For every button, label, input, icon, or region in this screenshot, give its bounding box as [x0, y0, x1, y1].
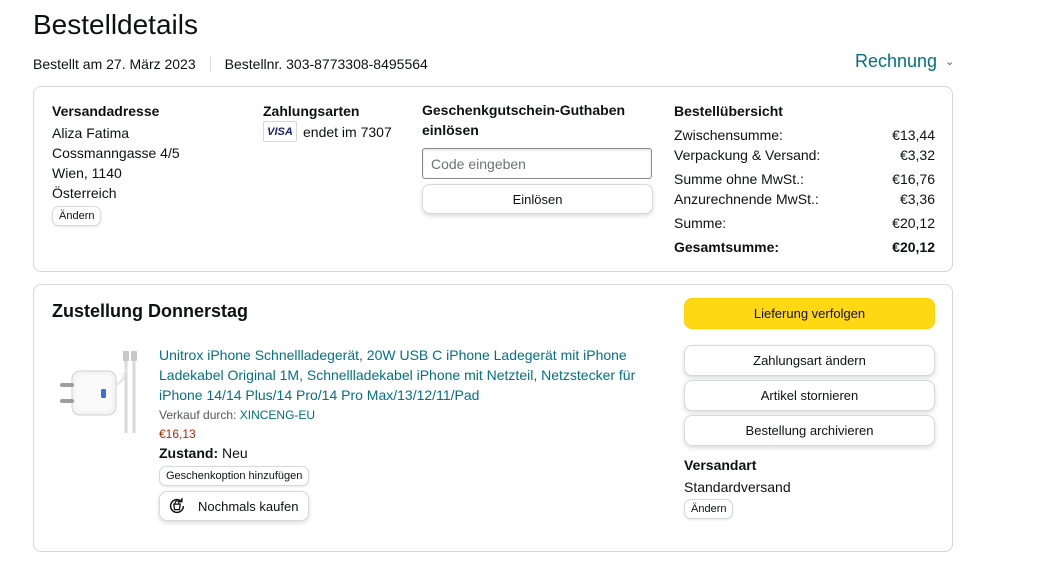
summary-label: Anzurechnende MwSt.:: [674, 191, 819, 207]
payment-section: Zahlungsarten VISA endet im 7307: [263, 103, 413, 142]
change-payment-button[interactable]: Zahlungsart ändern: [684, 345, 935, 376]
product-image[interactable]: [54, 349, 144, 439]
gift-code-input[interactable]: [422, 148, 652, 179]
summary-row-shipping: Verpackung & Versand: €3,32: [674, 145, 935, 165]
address-street: Cossmanngasse 4/5: [52, 145, 180, 161]
summary-label: Verpackung & Versand:: [674, 147, 821, 163]
summary-row-net: Summe ohne MwSt.: €16,76: [674, 169, 935, 189]
card-ending-text: endet im 7307: [303, 123, 392, 140]
summary-row-sum: Summe: €20,12: [674, 213, 935, 233]
meta-divider: [209, 57, 211, 71]
summary-row-grand-total: Gesamtsumme: €20,12: [674, 237, 935, 257]
delivery-card: Zustellung Donnerstag Unitrox iPhone Sch…: [33, 284, 953, 552]
seller-link[interactable]: XINCENG-EU: [240, 408, 315, 422]
product-info: Unitrox iPhone Schnellladegerät, 20W USB…: [159, 345, 654, 522]
visa-card-icon: VISA: [263, 121, 297, 142]
summary-label: Summe:: [674, 215, 727, 231]
sold-by-label: Verkauf durch:: [159, 408, 237, 422]
gift-card-section: Geschenkgutschein-Guthaben einlösen Einl…: [422, 102, 654, 214]
invoice-dropdown[interactable]: Rechnung ⌄: [855, 51, 954, 72]
summary-value: €3,32: [899, 147, 935, 163]
address-country: Österreich: [52, 185, 117, 201]
grand-total-label: Gesamtsumme:: [674, 239, 780, 255]
summary-row-subtotal: Zwischensumme: €13,44: [674, 125, 935, 145]
delivery-actions: Lieferung verfolgen Zahlungsart ändern A…: [684, 298, 935, 519]
gift-card-heading: Geschenkgutschein-Guthaben einlösen: [422, 102, 626, 138]
gift-option-wrapper: Geschenkoption hinzufügen: [159, 466, 654, 486]
seller-line: Verkauf durch: XINCENG-EU: [159, 408, 654, 422]
buy-again-icon: [169, 498, 185, 514]
summary-value: €3,36: [899, 191, 935, 207]
grand-total-value: €20,12: [892, 239, 935, 255]
order-meta: Bestellt am 27. März 2023 Bestellnr. 303…: [33, 56, 428, 72]
cancel-items-button[interactable]: Artikel stornieren: [684, 380, 935, 411]
order-date: Bestellt am 27. März 2023: [33, 56, 196, 72]
invoice-label: Rechnung: [855, 51, 938, 71]
payment-method: VISA endet im 7307: [263, 121, 413, 142]
order-total-section: Bestellübersicht Zwischensumme: €13,44 V…: [674, 103, 935, 257]
order-number: Bestellnr. 303-8773308-8495564: [224, 56, 428, 72]
shipping-method-value: Standardversand: [684, 479, 791, 495]
payment-heading: Zahlungsarten: [263, 103, 360, 119]
add-gift-option-button[interactable]: Geschenkoption hinzufügen: [159, 466, 310, 486]
product-condition: Zustand: Neu: [159, 445, 654, 461]
summary-value: €20,12: [892, 215, 935, 231]
redeem-button[interactable]: Einlösen: [422, 184, 653, 214]
chevron-down-icon: ⌄: [945, 56, 955, 68]
order-summary-card: Versandadresse Aliza Fatima Cossmanngass…: [33, 86, 953, 272]
delivery-title: Zustellung Donnerstag: [52, 301, 249, 321]
product-title-link[interactable]: Unitrox iPhone Schnellladegerät, 20W USB…: [159, 345, 654, 405]
archive-order-button[interactable]: Bestellung archivieren: [684, 415, 935, 446]
page-title: Bestelldetails: [33, 9, 198, 40]
summary-value: €13,44: [892, 127, 935, 143]
shipping-address-section: Versandadresse Aliza Fatima Cossmanngass…: [52, 103, 242, 226]
buy-again-label: Nochmals kaufen: [198, 498, 299, 514]
track-package-button[interactable]: Lieferung verfolgen: [684, 298, 935, 329]
change-address-button[interactable]: Ändern: [52, 206, 102, 226]
condition-label: Zustand:: [159, 445, 219, 461]
condition-value: Neu: [222, 445, 248, 461]
summary-label: Zwischensumme:: [674, 127, 783, 143]
buy-again-button[interactable]: Nochmals kaufen: [159, 491, 310, 521]
address-name: Aliza Fatima: [52, 125, 130, 141]
change-shipping-button[interactable]: Ändern: [684, 499, 734, 519]
summary-value: €16,76: [892, 171, 935, 187]
shipping-address-heading: Versandadresse: [52, 103, 160, 119]
address-city: Wien, 1140: [52, 165, 122, 181]
order-summary-heading: Bestellübersicht: [674, 103, 783, 119]
summary-row-vat: Anzurechnende MwSt.: €3,36: [674, 189, 935, 209]
product-price: €16,13: [159, 427, 196, 441]
summary-label: Summe ohne MwSt.:: [674, 171, 804, 187]
shipping-method-heading: Versandart: [684, 457, 757, 473]
